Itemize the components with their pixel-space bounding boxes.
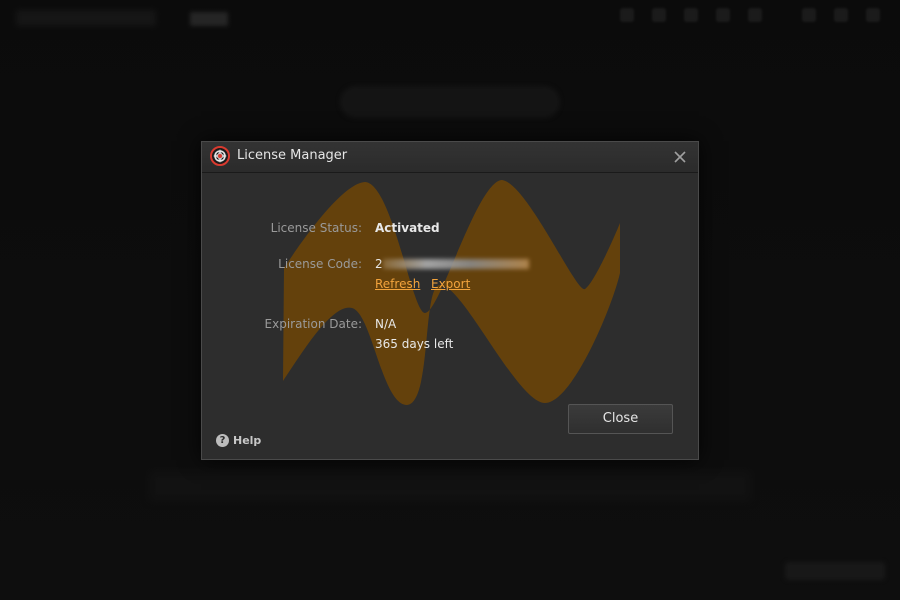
help-button[interactable]: ? Help [216, 432, 261, 448]
license-status-label: License Status: [270, 221, 362, 235]
license-status-value: Activated [375, 221, 440, 235]
app-logo-icon [210, 146, 230, 166]
expiration-date-value: N/A [375, 317, 397, 331]
license-code-redacted [383, 259, 529, 269]
close-icon[interactable] [670, 147, 690, 167]
license-code-prefix: 2 [375, 257, 383, 271]
license-code-label: License Code: [278, 257, 362, 271]
expiration-date-label: Expiration Date: [264, 317, 362, 331]
close-button[interactable]: Close [568, 404, 673, 434]
help-circle-icon: ? [216, 433, 229, 447]
days-left-text: 365 days left [375, 337, 454, 351]
dialog-title: License Manager [237, 148, 348, 163]
license-manager-dialog: License Manager License Status: Activate… [201, 141, 699, 460]
export-link[interactable]: Export [431, 277, 470, 291]
help-label: Help [233, 433, 262, 447]
refresh-link[interactable]: Refresh [375, 277, 420, 291]
dialog-titlebar: License Manager [202, 142, 698, 173]
